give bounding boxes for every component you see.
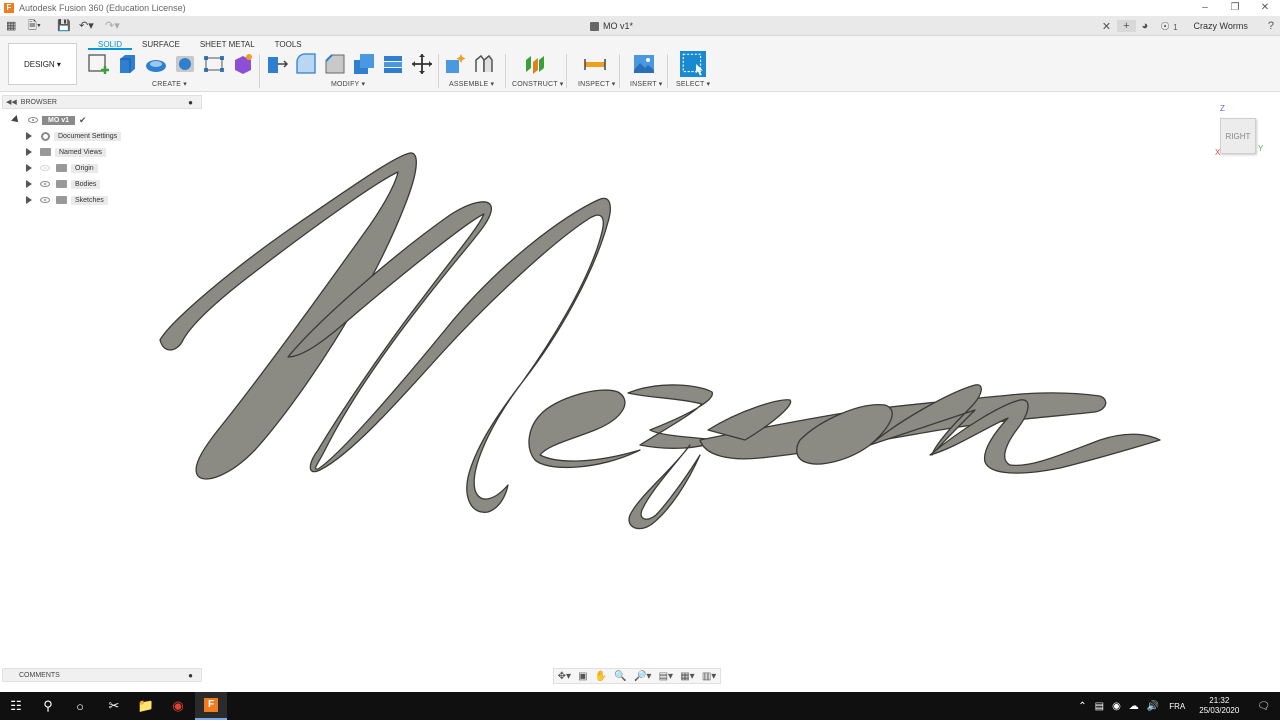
notifications-icon[interactable]: 🗨 xyxy=(1247,701,1280,712)
loft-icon[interactable] xyxy=(202,52,226,76)
shell-icon[interactable] xyxy=(352,52,376,76)
inspect-menu[interactable]: INSPECT ▾ xyxy=(578,80,615,88)
document-cube-icon xyxy=(590,21,599,31)
pan-hand-icon[interactable]: ✋ xyxy=(595,671,607,682)
insert-image-icon[interactable] xyxy=(632,52,656,76)
axis-y-label: Y xyxy=(1258,144,1264,153)
search-icon[interactable]: ⚲ xyxy=(32,692,64,720)
job-count: 1 xyxy=(1173,22,1178,32)
script-body-model[interactable] xyxy=(159,152,1161,530)
sweep-icon[interactable] xyxy=(173,52,197,76)
minimize-button[interactable]: – xyxy=(1190,0,1220,16)
fillet-icon[interactable] xyxy=(294,52,318,76)
insert-menu[interactable]: INSERT ▾ xyxy=(630,80,662,88)
document-tab[interactable]: MO v1* xyxy=(590,18,633,34)
file-menu-icon[interactable]: 🗎▾ xyxy=(28,19,41,33)
axis-x-label: X xyxy=(1215,148,1221,157)
document-tab-title: MO v1* xyxy=(603,21,634,31)
save-icon[interactable]: 💾 xyxy=(57,19,71,33)
user-account-menu[interactable]: Crazy Worms xyxy=(1184,21,1262,31)
fusion-logo-icon: F xyxy=(4,3,14,13)
snipping-tool-icon[interactable]: ✂ xyxy=(98,692,130,720)
extrude-icon[interactable] xyxy=(115,52,139,76)
comments-add-icon[interactable]: ● xyxy=(188,671,193,680)
combine-icon[interactable] xyxy=(381,52,405,76)
windows-taskbar: ☷ ⚲ ○ ✂ 📁 ◉ F ⌃ ▤ ◉ ☁ 🔊 FRA 21:32 25/03/… xyxy=(0,692,1280,720)
press-pull-icon[interactable] xyxy=(265,52,289,76)
offset-plane-icon[interactable] xyxy=(523,52,547,76)
network-icon[interactable]: ▤ xyxy=(1091,701,1108,712)
window-titlebar: F Autodesk Fusion 360 (Education License… xyxy=(0,0,1280,16)
clock-date: 25/03/2020 xyxy=(1199,706,1240,715)
new-tab-icon[interactable]: + xyxy=(1117,20,1136,32)
comments-title: COMMENTS xyxy=(19,671,60,679)
zoom-icon[interactable]: 🔍 xyxy=(614,671,626,682)
construct-menu[interactable]: CONSTRUCT ▾ xyxy=(512,80,563,88)
tab-sheet-metal[interactable]: SHEET METAL xyxy=(190,39,265,50)
create-sketch-icon[interactable] xyxy=(86,52,110,76)
data-panel-icon[interactable]: ◕ xyxy=(1136,20,1155,32)
steam-icon[interactable]: ◉ xyxy=(1108,701,1125,712)
revolve-icon[interactable] xyxy=(144,52,168,76)
tab-solid[interactable]: SOLID xyxy=(88,39,133,50)
modify-menu[interactable]: MODIFY ▾ xyxy=(331,80,365,88)
cortana-icon[interactable]: ○ xyxy=(64,692,96,720)
job-status-icon[interactable]: ☉ 1 xyxy=(1154,20,1183,33)
redo-icon[interactable]: ↷▾ xyxy=(105,19,120,33)
fusion-taskbar-icon[interactable]: F xyxy=(195,692,227,720)
file-explorer-icon[interactable]: 📁 xyxy=(130,692,162,720)
volume-icon[interactable]: 🔊 xyxy=(1143,701,1163,712)
undo-icon[interactable]: ↶▾ xyxy=(79,19,94,33)
axis-z-label: Z xyxy=(1220,104,1225,113)
quick-access-bar: ▦ 🗎▾ 💾 ↶▾ ↷▾ MO v1* ✕ + ◕ ☉ 1 Crazy Worm… xyxy=(0,16,1280,36)
display-settings-icon[interactable]: ▤▾ xyxy=(659,671,673,682)
system-clock[interactable]: 21:32 25/03/2020 xyxy=(1191,696,1247,716)
fit-view-icon[interactable]: 🔎▾ xyxy=(634,671,651,682)
orbit-icon[interactable]: ✥▾ xyxy=(558,671,571,682)
grid-settings-icon[interactable]: ▦▾ xyxy=(680,671,694,682)
measure-icon[interactable] xyxy=(583,52,607,76)
workspace-switcher[interactable]: DESIGN ▾ xyxy=(8,43,77,85)
windows-start-icon[interactable]: ☷ xyxy=(0,692,32,720)
viewports-icon[interactable]: ▥▾ xyxy=(702,671,716,682)
look-at-icon[interactable]: ▣ xyxy=(578,671,587,682)
ribbon-toolbar: DESIGN ▾ SOLID SURFACE SHEET METAL TOOLS… xyxy=(0,36,1280,92)
close-tab-icon[interactable]: ✕ xyxy=(1096,20,1117,33)
language-indicator[interactable]: FRA xyxy=(1163,702,1191,711)
new-component-icon[interactable] xyxy=(443,52,467,76)
assemble-menu[interactable]: ASSEMBLE ▾ xyxy=(449,80,494,88)
navigation-bar: ✥▾ ▣ ✋ 🔍 🔎▾ ▤▾ ▦▾ ▥▾ xyxy=(553,668,721,684)
form-icon[interactable] xyxy=(231,52,255,76)
chamfer-icon[interactable] xyxy=(323,52,347,76)
move-icon[interactable] xyxy=(410,52,434,76)
clock-time: 21:32 xyxy=(1209,696,1230,705)
tray-overflow-icon[interactable]: ⌃ xyxy=(1074,701,1090,712)
window-title: Autodesk Fusion 360 (Education License) xyxy=(19,3,186,13)
view-cube[interactable]: Z RIGHT Y X xyxy=(1212,104,1268,158)
create-menu[interactable]: CREATE ▾ xyxy=(152,80,187,88)
view-cube-face[interactable]: RIGHT xyxy=(1220,118,1256,154)
joint-icon[interactable] xyxy=(472,52,496,76)
onedrive-icon[interactable]: ☁ xyxy=(1125,701,1143,712)
workspace-label: DESIGN xyxy=(24,59,55,69)
help-icon[interactable]: ? xyxy=(1262,20,1280,32)
select-menu[interactable]: SELECT ▾ xyxy=(676,80,710,88)
window-select-icon[interactable] xyxy=(680,51,706,77)
app-grid-icon[interactable]: ▦ xyxy=(6,19,16,33)
close-window-button[interactable]: ✕ xyxy=(1250,0,1280,16)
tab-tools[interactable]: TOOLS xyxy=(265,39,312,50)
restore-button[interactable]: ❐ xyxy=(1220,0,1250,16)
comments-panel-header[interactable]: COMMENTS ● xyxy=(2,668,202,682)
chrome-icon[interactable]: ◉ xyxy=(162,692,194,720)
model-canvas[interactable] xyxy=(0,92,1280,667)
tab-surface[interactable]: SURFACE xyxy=(132,39,190,50)
